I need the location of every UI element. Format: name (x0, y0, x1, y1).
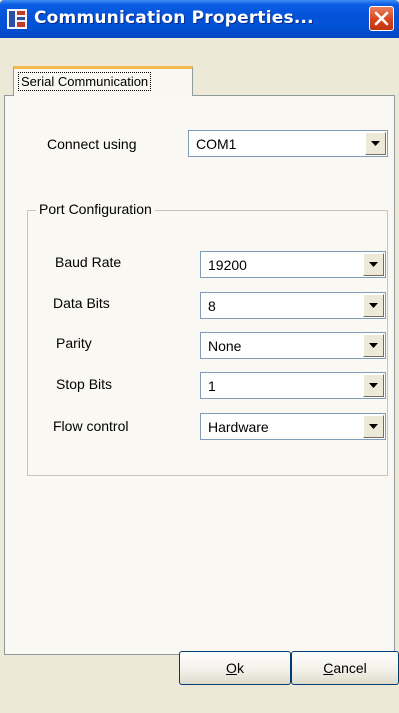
baud-rate-value: 19200 (208, 257, 247, 273)
flow-control-dropdown-button[interactable] (363, 415, 384, 438)
communication-properties-dialog: Communication Properties... Serial Commu… (0, 0, 399, 713)
parity-select[interactable]: None (200, 332, 386, 359)
data-bits-dropdown-button[interactable] (363, 294, 384, 317)
stop-bits-select[interactable]: 1 (200, 372, 386, 399)
connect-using-select[interactable]: COM1 (188, 130, 388, 157)
data-bits-value: 8 (208, 298, 216, 314)
connect-using-dropdown-button[interactable] (365, 132, 386, 155)
tab-serial-communication[interactable]: Serial Communication (13, 66, 193, 96)
stop-bits-dropdown-button[interactable] (363, 374, 384, 397)
parity-dropdown-button[interactable] (363, 334, 384, 357)
stop-bits-label: Stop Bits (56, 376, 113, 392)
ok-button-label: k (236, 660, 244, 676)
flow-control-label: Flow control (53, 418, 129, 434)
data-bits-label: Data Bits (53, 295, 110, 311)
flow-control-select[interactable]: Hardware (200, 413, 386, 440)
tab-serial-communication-label: Serial Communication (18, 72, 152, 91)
baud-rate-dropdown-button[interactable] (363, 253, 384, 276)
parity-value: None (208, 338, 242, 354)
flow-control-value: Hardware (208, 419, 269, 435)
cancel-button-label: ancel (333, 660, 367, 676)
parity-label: Parity (56, 335, 92, 351)
baud-rate-label: Baud Rate (55, 254, 122, 270)
title-bar[interactable]: Communication Properties... (0, 0, 399, 38)
window-title: Communication Properties... (34, 8, 314, 28)
ok-button-mnemonic: O (226, 660, 237, 676)
close-button[interactable] (369, 6, 394, 31)
communication-app-icon (7, 9, 27, 29)
stop-bits-value: 1 (208, 378, 216, 394)
baud-rate-select[interactable]: 19200 (200, 251, 386, 278)
connect-using-value: COM1 (196, 136, 237, 152)
ok-button[interactable]: Ok (179, 651, 291, 685)
cancel-button-mnemonic: C (323, 660, 334, 676)
connect-using-label: Connect using (47, 136, 137, 152)
data-bits-select[interactable]: 8 (200, 292, 386, 319)
port-configuration-title: Port Configuration (36, 201, 155, 217)
cancel-button[interactable]: Cancel (291, 651, 399, 685)
